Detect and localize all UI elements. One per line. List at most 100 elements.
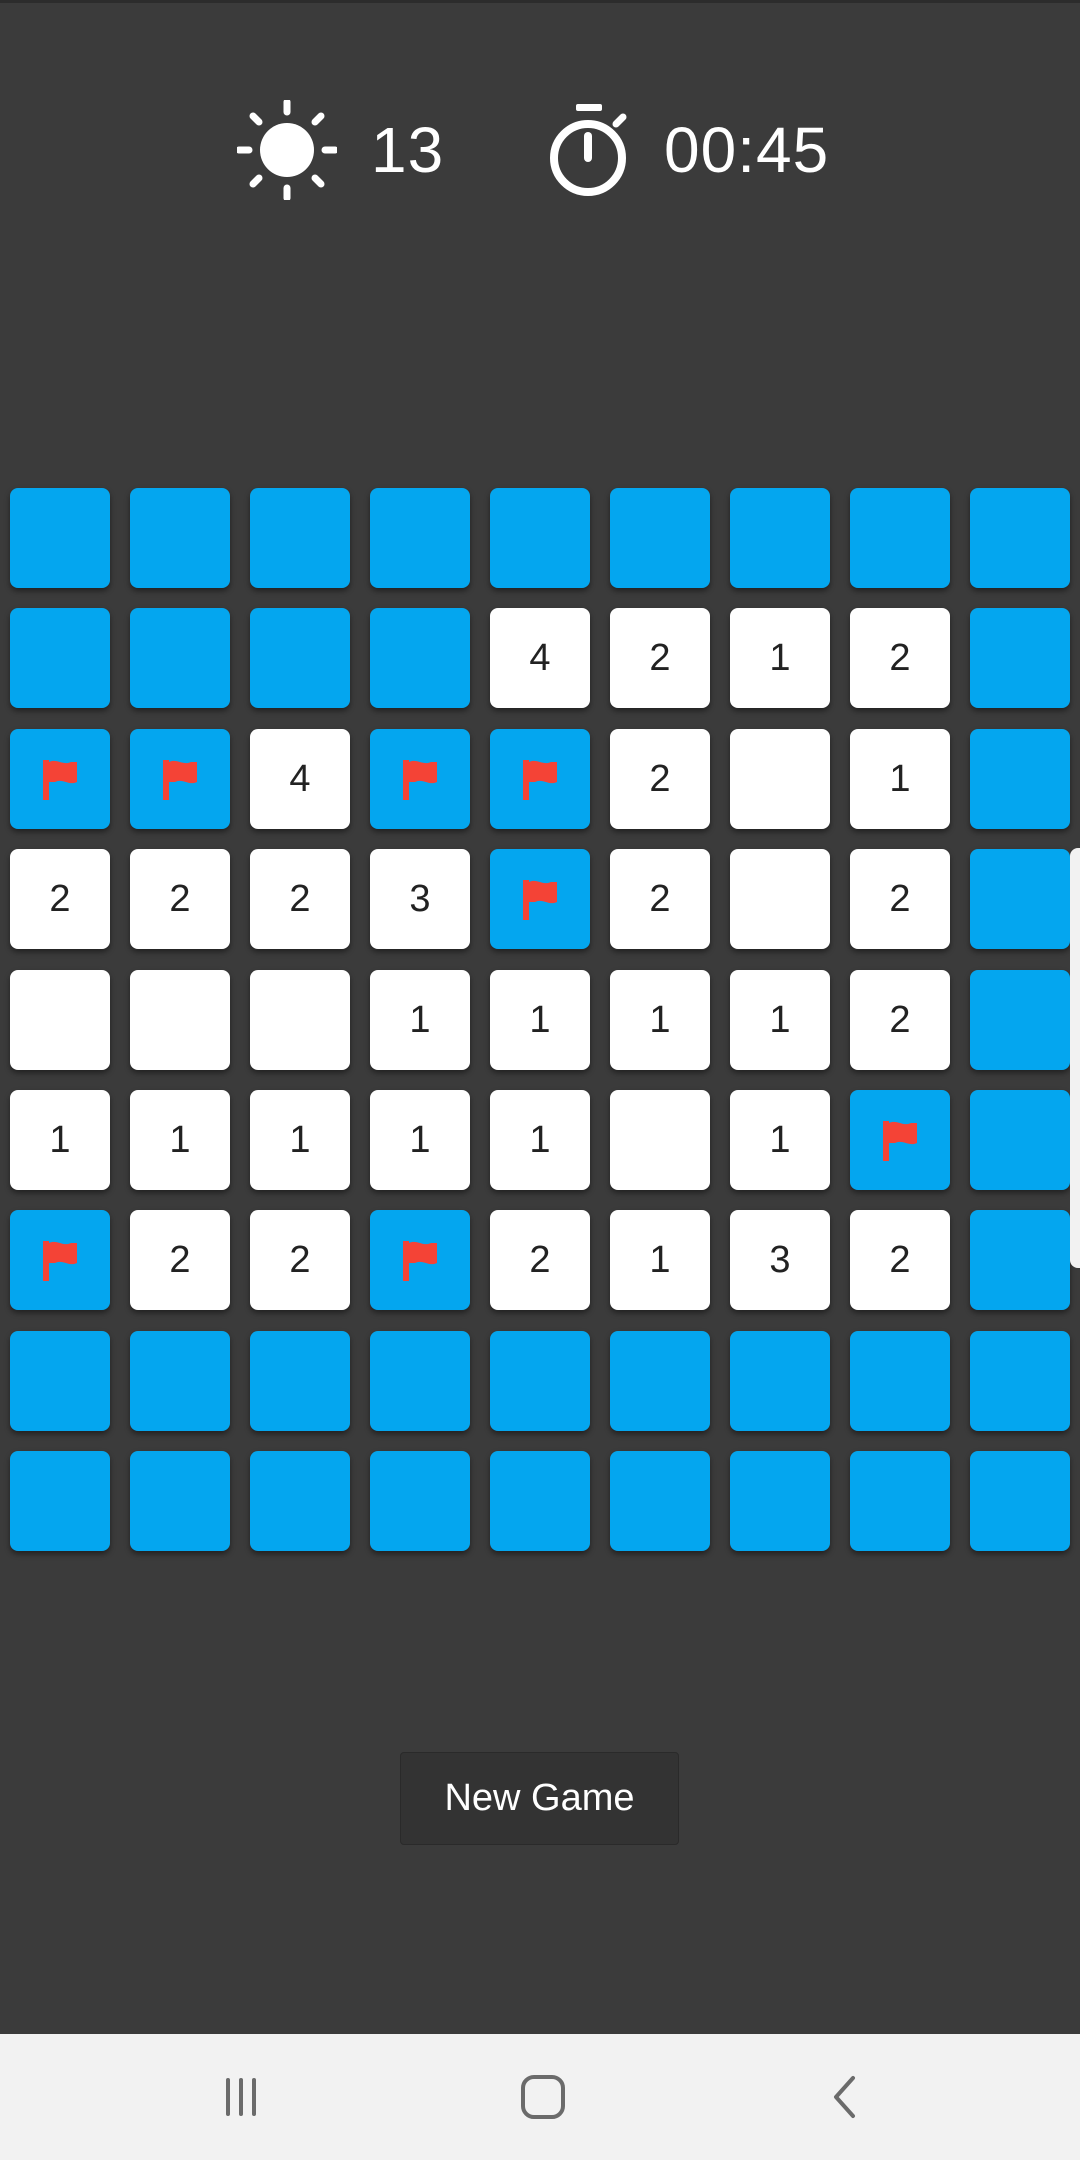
timer-value: 00:45 [664,114,830,186]
flag-icon [37,756,83,802]
tile-hidden[interactable] [10,1451,110,1551]
tile-hidden[interactable] [490,1331,590,1431]
tile-hidden[interactable] [970,1331,1070,1431]
tile-revealed-empty[interactable] [730,849,830,949]
tile-number[interactable]: 2 [850,849,950,949]
tile-flagged[interactable] [490,849,590,949]
tile-hidden[interactable] [730,1331,830,1431]
tile-hidden[interactable] [250,1331,350,1431]
tile-number[interactable]: 2 [250,1210,350,1310]
flag-icon [517,756,563,802]
game-timer: 00:45 [546,90,829,210]
tile-number[interactable]: 1 [490,1090,590,1190]
tile-number[interactable]: 1 [730,608,830,708]
tile-hidden[interactable] [970,1090,1070,1190]
tile-number[interactable]: 2 [850,970,950,1070]
tile-hidden[interactable] [250,608,350,708]
tile-number[interactable]: 1 [250,1090,350,1190]
tile-hidden[interactable] [850,488,950,588]
tile-revealed-empty[interactable] [730,729,830,829]
tile-hidden[interactable] [730,1451,830,1551]
tile-hidden[interactable] [970,729,1070,829]
tile-number[interactable]: 2 [250,849,350,949]
tile-hidden[interactable] [130,488,230,588]
tile-hidden[interactable] [370,1451,470,1551]
tile-hidden[interactable] [10,608,110,708]
tile-hidden[interactable] [850,1451,950,1551]
status-bar [0,0,1080,3]
tile-number[interactable]: 1 [370,970,470,1070]
tile-hidden[interactable] [850,1331,950,1431]
flag-icon [517,876,563,922]
tile-number[interactable]: 2 [610,608,710,708]
tile-hidden[interactable] [10,1331,110,1431]
game-hud: 13 00:45 [0,90,1080,210]
tile-hidden[interactable] [610,1331,710,1431]
tile-number[interactable]: 4 [490,608,590,708]
tile-hidden[interactable] [970,849,1070,949]
tile-hidden[interactable] [130,608,230,708]
tile-hidden[interactable] [370,488,470,588]
tile-flagged[interactable] [850,1090,950,1190]
tile-number[interactable]: 4 [250,729,350,829]
minefield-board: 421242122232211112111111222132 [10,488,1070,1551]
tile-hidden[interactable] [370,1331,470,1431]
tile-number[interactable]: 2 [10,849,110,949]
back-icon[interactable] [811,2062,881,2132]
mines-remaining: 13 [371,114,445,186]
flag-icon [157,756,203,802]
flag-icon [397,756,443,802]
tile-flagged[interactable] [370,1210,470,1310]
tile-number[interactable]: 3 [730,1210,830,1310]
tile-number[interactable]: 1 [730,970,830,1070]
tile-number[interactable]: 2 [130,1210,230,1310]
tile-hidden[interactable] [610,1451,710,1551]
tile-flagged[interactable] [130,729,230,829]
tile-number[interactable]: 1 [130,1090,230,1190]
tile-revealed-empty[interactable] [130,970,230,1070]
tile-flagged[interactable] [490,729,590,829]
tile-flagged[interactable] [10,729,110,829]
scroll-handle[interactable] [1070,848,1080,1268]
tile-hidden[interactable] [130,1451,230,1551]
tile-hidden[interactable] [130,1331,230,1431]
tile-hidden[interactable] [250,1451,350,1551]
tile-number[interactable]: 2 [850,1210,950,1310]
tile-revealed-empty[interactable] [10,970,110,1070]
tile-hidden[interactable] [490,1451,590,1551]
tile-hidden[interactable] [730,488,830,588]
tile-number[interactable]: 2 [610,849,710,949]
tile-hidden[interactable] [610,488,710,588]
tile-number[interactable]: 1 [10,1090,110,1190]
tile-number[interactable]: 2 [130,849,230,949]
tile-number[interactable]: 1 [490,970,590,1070]
tile-number[interactable]: 3 [370,849,470,949]
new-game-button[interactable]: New Game [400,1752,679,1845]
tile-hidden[interactable] [970,1451,1070,1551]
recents-icon[interactable] [206,2062,276,2132]
tile-revealed-empty[interactable] [610,1090,710,1190]
tile-number[interactable]: 2 [490,1210,590,1310]
tile-number[interactable]: 1 [730,1090,830,1190]
tile-hidden[interactable] [250,488,350,588]
tile-flagged[interactable] [10,1210,110,1310]
tile-revealed-empty[interactable] [250,970,350,1070]
tile-number[interactable]: 1 [850,729,950,829]
tile-hidden[interactable] [970,488,1070,588]
tile-hidden[interactable] [490,488,590,588]
tile-number[interactable]: 2 [850,608,950,708]
tile-number[interactable]: 2 [610,729,710,829]
tile-number[interactable]: 1 [610,970,710,1070]
tile-hidden[interactable] [10,488,110,588]
tile-hidden[interactable] [970,1210,1070,1310]
home-icon[interactable] [508,2062,578,2132]
flag-icon [877,1117,923,1163]
tile-hidden[interactable] [970,608,1070,708]
sun-mine-icon [237,100,337,200]
tile-flagged[interactable] [370,729,470,829]
mines-counter: 13 [237,90,444,210]
tile-number[interactable]: 1 [610,1210,710,1310]
tile-hidden[interactable] [970,970,1070,1070]
tile-hidden[interactable] [370,608,470,708]
tile-number[interactable]: 1 [370,1090,470,1190]
